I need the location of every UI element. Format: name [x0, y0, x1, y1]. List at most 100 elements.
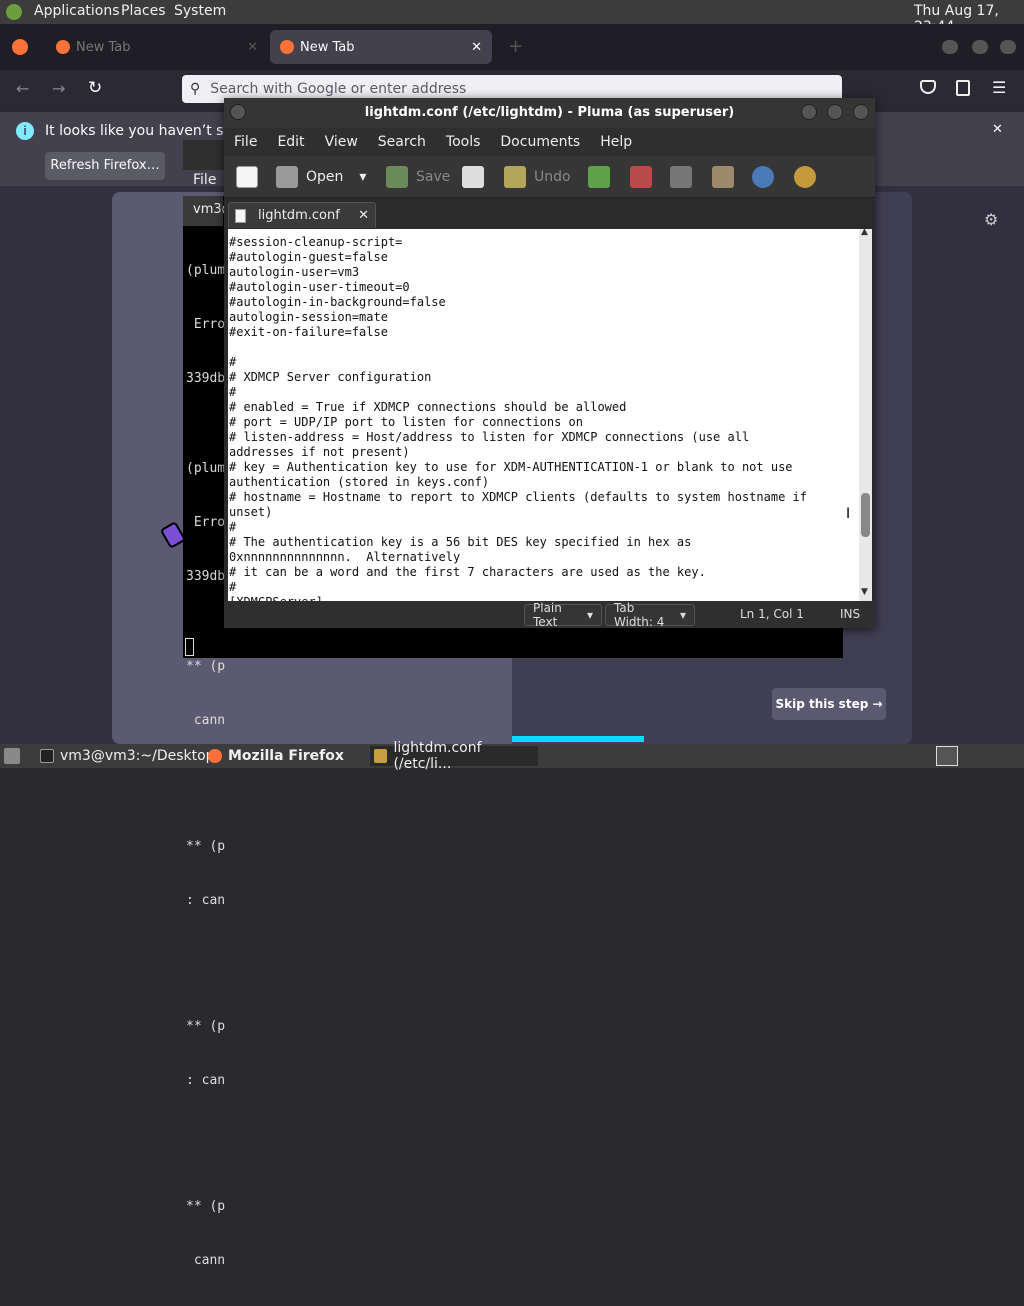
taskbar-item-terminal[interactable]: vm3@vm3:~/Desktop — [40, 746, 215, 766]
pocket-icon[interactable] — [920, 80, 936, 94]
save-button[interactable]: Save — [386, 165, 450, 189]
skip-this-step-button[interactable]: Skip this step → — [772, 688, 886, 720]
tab-lightdm-conf[interactable]: lightdm.conf ✕ — [228, 202, 376, 228]
menu-view[interactable]: View — [325, 134, 358, 150]
copy-icon — [670, 166, 692, 188]
paste-icon — [712, 166, 734, 188]
copy-button[interactable] — [670, 165, 700, 189]
firefox-logo-icon — [12, 39, 28, 55]
text-editor-icon — [374, 749, 388, 763]
menu-tools[interactable]: Tools — [446, 134, 481, 150]
new-tab-plus-icon[interactable]: + — [508, 36, 523, 57]
scroll-down-icon[interactable]: ▼ — [861, 587, 868, 597]
new-document-icon — [236, 166, 258, 188]
window-menu-icon[interactable] — [230, 104, 246, 120]
terminal-line: cann — [186, 713, 226, 728]
terminal-icon — [40, 749, 54, 763]
document-content: #session-cleanup-script= #autologin-gues… — [229, 235, 807, 601]
show-desktop-icon[interactable] — [4, 748, 20, 764]
gear-icon[interactable]: ⚙ — [984, 210, 998, 229]
replace-button[interactable] — [794, 165, 824, 189]
minimize-icon[interactable] — [942, 40, 958, 54]
tab-width-label: Tab Width: 4 — [614, 601, 665, 629]
maximize-icon[interactable] — [972, 40, 988, 54]
tab-width-selector[interactable]: Tab Width: 4 ▾ — [605, 601, 695, 629]
back-icon[interactable]: ← — [16, 79, 29, 98]
menu-search[interactable]: Search — [378, 134, 426, 150]
open-button[interactable]: Open ▾ — [276, 165, 366, 189]
text-cursor-icon: I — [846, 506, 851, 522]
firefox-tabbar: New Tab ✕ New Tab ✕ + — [0, 24, 1024, 70]
menu-applications[interactable]: Applications — [34, 3, 120, 19]
terminal-line: ** (p — [186, 1199, 226, 1214]
close-tab-icon[interactable]: ✕ — [471, 40, 482, 55]
firefox-logo-icon — [280, 40, 294, 54]
text-file-icon — [235, 208, 246, 223]
extensions-icon[interactable] — [956, 80, 970, 96]
close-notice-icon[interactable]: ✕ — [992, 122, 1003, 137]
taskbar-item-pluma[interactable]: lightdm.conf (/etc/li... — [370, 740, 538, 772]
taskbar-label: lightdm.conf (/etc/li... — [393, 740, 482, 772]
redo-icon — [588, 166, 610, 188]
workspace-switcher[interactable] — [936, 746, 958, 766]
firefox-logo-icon — [56, 40, 70, 54]
top-panel: Applications Places System Thu Aug 17, 2… — [0, 0, 1024, 35]
window-buttons[interactable] — [942, 40, 1016, 54]
terminal-line: Erro — [186, 515, 226, 530]
close-tab-icon[interactable]: ✕ — [358, 208, 369, 223]
bottom-panel: vm3@vm3:~/Desktop Mozilla Firefox lightd… — [0, 740, 1024, 772]
terminal-line: ** (p — [186, 659, 226, 674]
redo-button[interactable] — [588, 165, 618, 189]
pluma-tabbar: lightdm.conf ✕ — [224, 198, 875, 228]
print-button[interactable] — [462, 165, 492, 189]
menu-documents[interactable]: Documents — [500, 134, 580, 150]
language-selector[interactable]: Plain Text ▾ — [524, 601, 602, 629]
chevron-down-icon: ▾ — [679, 608, 686, 622]
close-tab-icon[interactable]: ✕ — [247, 40, 258, 55]
find-replace-icon — [794, 166, 816, 188]
taskbar-label: vm3@vm3:~/Desktop — [60, 748, 215, 764]
chevron-down-icon: ▾ — [586, 608, 593, 622]
menu-hamburger-icon[interactable]: ☰ — [992, 78, 1006, 97]
undo-button[interactable]: Undo — [504, 165, 571, 189]
undo-label: Undo — [534, 169, 571, 185]
close-window-icon[interactable] — [1000, 40, 1016, 54]
vertical-scrollbar[interactable]: ▲ ▼ — [859, 227, 872, 601]
open-label: Open — [306, 169, 344, 185]
terminal-line: ** (p — [186, 1019, 226, 1034]
open-dropdown-icon[interactable]: ▾ — [359, 169, 366, 185]
terminal-file-menu[interactable]: File — [193, 172, 216, 188]
cut-button[interactable] — [630, 165, 660, 189]
menu-help[interactable]: Help — [600, 134, 632, 150]
maximize-icon[interactable] — [827, 104, 843, 120]
pluma-statusbar: Plain Text ▾ Tab Width: 4 ▾ Ln 1, Col 1 … — [224, 601, 875, 629]
taskbar-item-firefox[interactable]: Mozilla Firefox — [208, 746, 344, 766]
taskbar-label: Mozilla Firefox — [228, 748, 344, 764]
pluma-titlebar[interactable]: lightdm.conf (/etc/lightdm) - Pluma (as … — [224, 98, 875, 128]
minimize-icon[interactable] — [801, 104, 817, 120]
refresh-firefox-button[interactable]: Refresh Firefox… — [45, 152, 165, 180]
close-window-icon[interactable] — [853, 104, 869, 120]
terminal-line: 339db — [186, 569, 226, 584]
paste-button[interactable] — [712, 165, 742, 189]
open-folder-icon — [276, 166, 298, 188]
text-editor[interactable]: #session-cleanup-script= #autologin-gues… — [228, 229, 859, 601]
reload-icon[interactable]: ↻ — [88, 78, 102, 98]
terminal-tab[interactable]: vm3@ — [183, 196, 235, 226]
terminal-line: cann — [186, 1253, 226, 1268]
pluma-window[interactable]: lightdm.conf (/etc/lightdm) - Pluma (as … — [224, 98, 875, 629]
forward-icon[interactable]: → — [52, 79, 65, 98]
tab-new-tab-active[interactable]: New Tab ✕ — [270, 30, 492, 64]
url-placeholder: Search with Google or enter address — [210, 81, 467, 97]
terminal-line: 339db — [186, 371, 226, 386]
scroll-thumb[interactable] — [861, 493, 870, 537]
scroll-up-icon[interactable]: ▲ — [861, 227, 868, 237]
menu-system[interactable]: System — [174, 3, 226, 19]
menu-file[interactable]: File — [234, 134, 257, 150]
tab-new-tab-inactive[interactable]: New Tab ✕ — [46, 30, 268, 64]
new-document-button[interactable] — [236, 165, 266, 189]
find-button[interactable] — [752, 165, 782, 189]
menu-places[interactable]: Places — [121, 3, 166, 19]
menu-edit[interactable]: Edit — [277, 134, 304, 150]
mate-logo-icon[interactable] — [6, 4, 22, 20]
